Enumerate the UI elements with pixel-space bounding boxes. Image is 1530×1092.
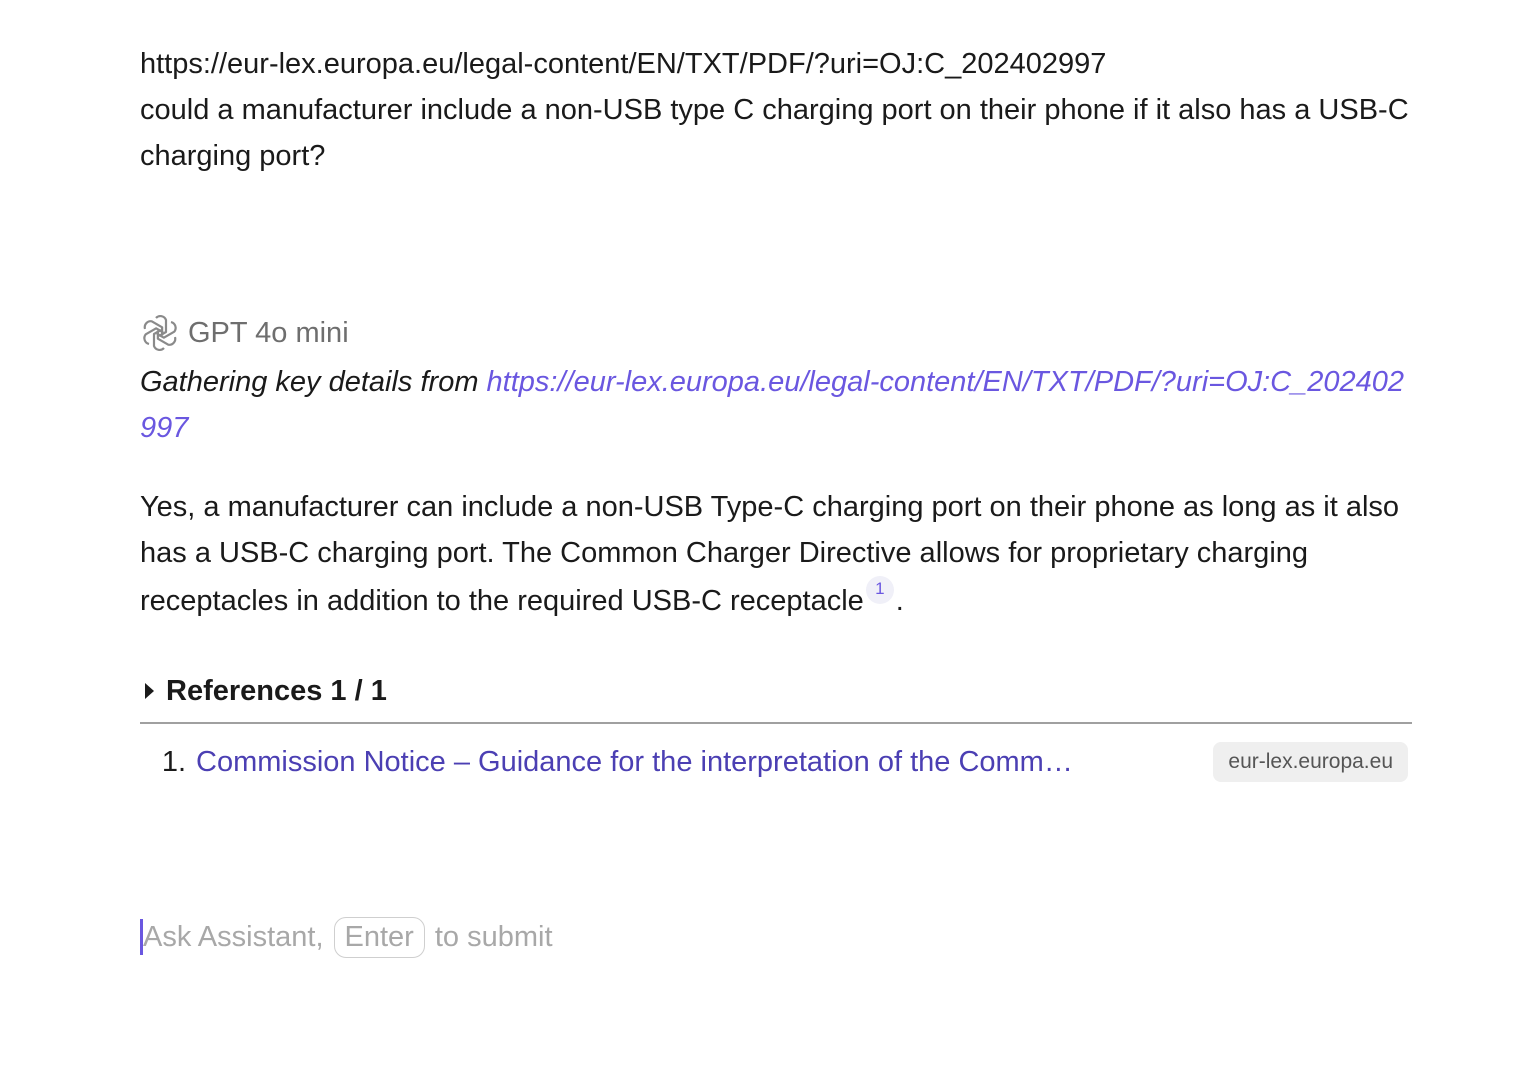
references-header: References 1 / 1 <box>166 674 387 707</box>
user-url: https://eur-lex.europa.eu/legal-content/… <box>140 48 1107 80</box>
user-message: https://eur-lex.europa.eu/legal-content/… <box>140 41 1412 179</box>
user-question: could a manufacturer include a non-USB t… <box>140 94 1409 172</box>
reference-domain-badge: eur-lex.europa.eu <box>1213 742 1408 782</box>
answer-text: Yes, a manufacturer can include a non-US… <box>140 484 1412 624</box>
references-toggle[interactable]: References 1 / 1 <box>140 668 1412 724</box>
gathering-prefix: Gathering key details from <box>140 366 487 398</box>
gathering-status: Gathering key details from https://eur-l… <box>140 359 1412 451</box>
ask-placeholder-prefix: Ask Assistant, <box>143 920 324 953</box>
ask-placeholder-suffix: to submit <box>434 920 553 953</box>
caret-right-icon <box>145 683 154 699</box>
enter-key-hint: Enter <box>333 916 425 958</box>
openai-logo-icon <box>140 313 180 353</box>
chat-thread: https://eur-lex.europa.eu/legal-content/… <box>140 0 1412 800</box>
references-section: References 1 / 1 1. Commission Notice – … <box>140 668 1412 800</box>
reference-link[interactable]: Commission Notice – Guidance for the int… <box>196 746 1166 779</box>
reference-number: 1. <box>161 745 186 778</box>
answer-end: . <box>895 585 904 617</box>
citation-badge[interactable]: 1 <box>865 576 894 604</box>
reference-item: 1. Commission Notice – Guidance for the … <box>140 724 1412 800</box>
model-name: GPT 4o mini <box>188 316 349 349</box>
assistant-message: GPT 4o mini Gathering key details from h… <box>140 310 1412 800</box>
answer-body: Yes, a manufacturer can include a non-US… <box>140 491 1400 617</box>
ask-input[interactable]: Ask Assistant, Enter to submit <box>140 913 553 961</box>
model-row: GPT 4o mini <box>140 310 1412 356</box>
